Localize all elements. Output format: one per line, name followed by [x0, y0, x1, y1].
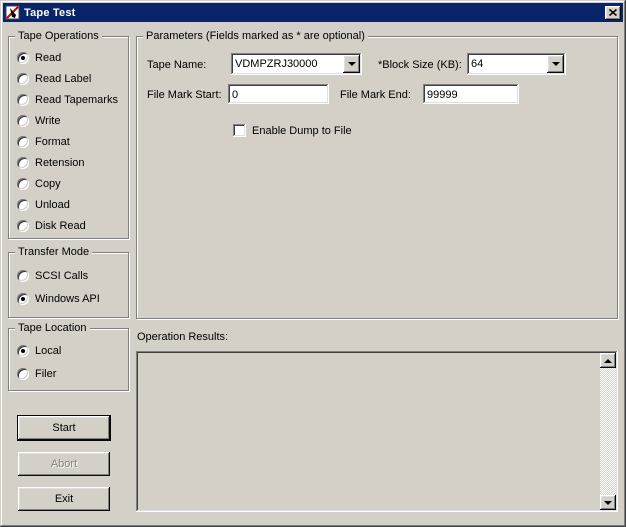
radio-icon — [17, 52, 29, 64]
radio-copy[interactable]: Copy — [17, 178, 126, 190]
radio-icon — [17, 115, 29, 127]
radio-retension[interactable]: Retension — [17, 157, 126, 169]
radio-scsi-calls[interactable]: SCSI Calls — [17, 270, 126, 282]
block-size-label: *Block Size (KB): — [378, 59, 462, 71]
radio-format[interactable]: Format — [17, 136, 126, 148]
tape-test-window: Tape Test Tape Operations Read Read Labe… — [0, 0, 626, 527]
parameters-title: Parameters (Fields marked as * are optio… — [143, 30, 368, 42]
file-mark-start-label: File Mark Start: — [147, 89, 222, 101]
radio-icon — [17, 220, 29, 232]
chevron-down-icon — [348, 62, 356, 66]
scroll-down-button[interactable] — [600, 495, 616, 510]
enable-dump-checkbox-row[interactable]: Enable Dump to File — [233, 124, 352, 137]
tape-operations-group: Tape Operations Read Read Label Read Tap… — [8, 36, 129, 239]
tape-operations-title: Tape Operations — [15, 30, 102, 42]
operation-results-label: Operation Results: — [137, 331, 228, 343]
radio-local[interactable]: Local — [17, 345, 126, 357]
chevron-down-icon — [552, 62, 560, 66]
block-size-dropdown-button[interactable] — [547, 55, 564, 73]
radio-icon — [17, 157, 29, 169]
radio-icon — [17, 293, 29, 305]
radio-icon — [17, 73, 29, 85]
tape-location-title: Tape Location — [15, 322, 90, 334]
tape-name-combobox[interactable]: VDMPZRJ30000 — [231, 53, 362, 75]
start-button[interactable]: Start — [18, 416, 110, 440]
tape-location-group: Tape Location Local Filer — [8, 328, 129, 391]
file-mark-end-input[interactable] — [423, 84, 519, 104]
tape-name-label: Tape Name: — [147, 59, 206, 71]
vertical-scrollbar[interactable] — [600, 353, 616, 510]
transfer-mode-title: Transfer Mode — [15, 246, 92, 258]
file-mark-start-input[interactable] — [228, 84, 329, 104]
enable-dump-label: Enable Dump to File — [252, 125, 352, 137]
radio-icon — [17, 199, 29, 211]
abort-button: Abort — [18, 452, 110, 476]
block-size-combobox[interactable]: 64 — [467, 53, 566, 75]
radio-read[interactable]: Read — [17, 52, 126, 64]
radio-read-tapemarks[interactable]: Read Tapemarks — [17, 94, 126, 106]
app-icon[interactable] — [5, 5, 21, 21]
titlebar[interactable]: Tape Test — [3, 3, 623, 22]
operation-results-content — [139, 354, 597, 509]
window-title: Tape Test — [24, 7, 605, 19]
radio-icon — [17, 270, 29, 282]
radio-icon — [17, 178, 29, 190]
radio-icon — [17, 136, 29, 148]
parameters-group: Parameters (Fields marked as * are optio… — [136, 36, 618, 319]
radio-icon — [17, 94, 29, 106]
triangle-up-icon — [604, 359, 612, 363]
triangle-down-icon — [604, 501, 612, 505]
radio-icon — [17, 368, 29, 380]
radio-filer[interactable]: Filer — [17, 368, 126, 380]
close-button[interactable] — [605, 6, 621, 20]
radio-unload[interactable]: Unload — [17, 199, 126, 211]
radio-icon — [17, 345, 29, 357]
app-icon-image — [5, 5, 21, 21]
close-icon — [609, 9, 617, 16]
radio-disk-read[interactable]: Disk Read — [17, 220, 126, 232]
operation-results-listbox[interactable] — [136, 351, 618, 512]
exit-button[interactable]: Exit — [18, 487, 110, 511]
transfer-mode-group: Transfer Mode SCSI Calls Windows API — [8, 252, 129, 318]
radio-write[interactable]: Write — [17, 115, 126, 127]
tape-name-value: VDMPZRJ30000 — [235, 58, 318, 70]
tape-name-dropdown-button[interactable] — [343, 55, 360, 73]
block-size-value: 64 — [471, 58, 483, 70]
radio-windows-api[interactable]: Windows API — [17, 293, 126, 305]
scroll-up-button[interactable] — [600, 353, 616, 368]
radio-read-label[interactable]: Read Label — [17, 73, 126, 85]
checkbox-icon[interactable] — [233, 124, 246, 137]
file-mark-end-label: File Mark End: — [340, 89, 411, 101]
